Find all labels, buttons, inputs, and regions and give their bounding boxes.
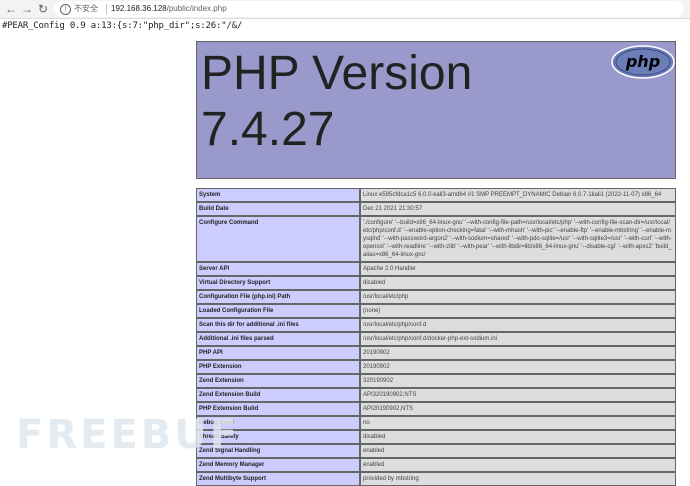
info-key: Build Date [196, 202, 360, 216]
info-row: Configuration File (php.ini) Path/usr/lo… [196, 290, 676, 304]
url-host: 192.168.36.128 [111, 4, 167, 13]
info-value: 20190902 [360, 346, 676, 360]
info-row: Zend Multibyte Support provided by mbstri… [196, 472, 676, 486]
reload-icon[interactable]: ↻ [36, 2, 50, 16]
info-row: Build Date Dec 21 2021 21:30:57 [196, 202, 676, 216]
php-version-title: PHP Version 7.4.27 [201, 47, 473, 156]
info-row: Configure Command './configure' '--build=… [196, 216, 676, 262]
info-value: provided by mbstring [360, 472, 676, 486]
pear-config-text: #PEAR_Config 0.9 a:13:{s:7:"php_dir";s:2… [2, 21, 243, 31]
info-row: Zend Extension Build API320190902,NTS [196, 388, 676, 402]
info-row: Zend Memory Manager enabled [196, 458, 676, 472]
info-key: Virtual Directory Support [196, 276, 360, 290]
info-key: Server API [196, 262, 360, 276]
info-value: 20190902 [360, 360, 676, 374]
info-value: './configure' '--build=x86_64-linux-gnu'… [360, 216, 676, 262]
info-row: Zend Signal Handling enabled [196, 444, 676, 458]
back-arrow-icon[interactable]: ← [4, 2, 18, 16]
url-path: /public/index.php [166, 4, 227, 13]
info-value: API20190902,NTS [360, 402, 676, 416]
info-value: 320190902 [360, 374, 676, 388]
info-key: Loaded Configuration File [196, 304, 360, 318]
address-bar[interactable]: ! 不安全 192.168.36.128/public/index.php [54, 1, 684, 17]
php-logo: php [611, 45, 675, 79]
address-separator [106, 4, 107, 14]
info-key: Zend Extension Build [196, 388, 360, 402]
security-label[interactable]: 不安全 [74, 3, 98, 15]
info-row: Debug Build no [196, 416, 676, 430]
info-value: disabled [360, 276, 676, 290]
forward-arrow-icon[interactable]: → [20, 2, 34, 16]
php-info-table: System Linux e595cfdca1c5 6.0.0-kali3-amd… [196, 188, 676, 486]
info-key: PHP Extension [196, 360, 360, 374]
info-row: Virtual Directory Support disabled [196, 276, 676, 290]
info-value: (none) [360, 304, 676, 318]
info-value: /usr/local/etc/php/conf.d [360, 318, 676, 332]
info-row: Additional .ini files parsed/usr/local/e… [196, 332, 676, 346]
info-key: Additional .ini files parsed [196, 332, 360, 346]
info-value: no [360, 416, 676, 430]
php-logo-text: php [625, 52, 660, 71]
info-key: Configure Command [196, 216, 360, 262]
info-value: Apache 2.0 Handler [360, 262, 676, 276]
info-value: disabled [360, 430, 676, 444]
info-value: enabled [360, 458, 676, 472]
php-version-header: PHP Version 7.4.27 php [196, 41, 676, 179]
info-key: Zend Multibyte Support [196, 472, 360, 486]
info-row: Server API Apache 2.0 Handler [196, 262, 676, 276]
info-value: Linux e595cfdca1c5 6.0.0-kali3-amd64 #1 … [360, 188, 676, 202]
info-value: /usr/local/etc/php/conf.d/docker-php-ext… [360, 332, 676, 346]
info-value: /usr/local/etc/php [360, 290, 676, 304]
info-key: Configuration File (php.ini) Path [196, 290, 360, 304]
info-row: PHP Extension Build API20190902,NTS [196, 402, 676, 416]
info-row: System Linux e595cfdca1c5 6.0.0-kali3-amd… [196, 188, 676, 202]
info-key: Scan this dir for additional .ini files [196, 318, 360, 332]
browser-toolbar: ← → ↻ ! 不安全 192.168.36.128/public/index.… [0, 0, 690, 19]
info-key: Zend Extension [196, 374, 360, 388]
warning-icon[interactable]: ! [60, 4, 71, 15]
info-value: enabled [360, 444, 676, 458]
info-value: API320190902,NTS [360, 388, 676, 402]
info-value: Dec 21 2021 21:30:57 [360, 202, 676, 216]
info-row: Zend Extension 320190902 [196, 374, 676, 388]
info-row: Scan this dir for additional .ini files /… [196, 318, 676, 332]
info-key: PHP API [196, 346, 360, 360]
info-key: Zend Memory Manager [196, 458, 360, 472]
url-text[interactable]: 192.168.36.128/public/index.php [111, 3, 227, 15]
info-row: Thread Safety disabled [196, 430, 676, 444]
info-key: System [196, 188, 360, 202]
info-row: PHP API 20190902 [196, 346, 676, 360]
freebuf-watermark: FREEBUF [16, 412, 241, 458]
info-row: Loaded Configuration File (none) [196, 304, 676, 318]
info-row: PHP Extension 20190902 [196, 360, 676, 374]
